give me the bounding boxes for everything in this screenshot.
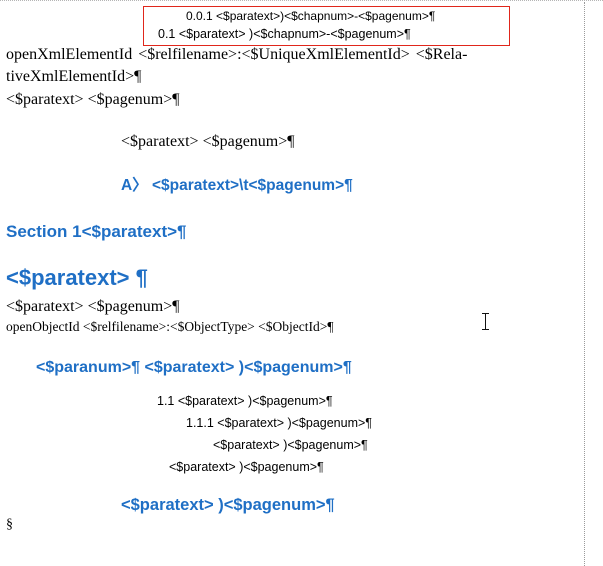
toc-entry-level-4[interactable]: <$paratext> )<$pagenum>¶ xyxy=(213,438,368,452)
paratext-pagenum-line-2[interactable]: <$paratext> <$pagenum>¶ xyxy=(6,298,180,316)
toc-entry-1-1-1[interactable]: 1.1.1 <$paratext> )<$pagenum>¶ xyxy=(186,416,372,430)
openxml-field-line-continued[interactable]: tiveXmlElementId>¶ xyxy=(6,68,141,86)
right-margin-boundary xyxy=(584,2,585,566)
section-heading[interactable]: Section 1<$paratext>¶ xyxy=(6,222,186,242)
i-beam-cursor-icon xyxy=(481,313,490,330)
paranum-heading-line[interactable]: <$paranum>¶ <$paratext> )<$pagenum>¶ xyxy=(36,359,352,377)
toc-entry-level-5[interactable]: <$paratext> )<$pagenum>¶ xyxy=(169,460,324,474)
indented-paratext-pagenum-line[interactable]: <$paratext> <$pagenum>¶ xyxy=(121,133,295,151)
section-break-mark: § xyxy=(6,517,13,532)
bottom-paratext-heading[interactable]: <$paratext> )<$pagenum>¶ xyxy=(121,496,335,515)
large-paratext-heading[interactable]: <$paratext> ¶ xyxy=(6,265,148,291)
heading-a-line[interactable]: A〉 <$paratext>\t<$pagenum>¶ xyxy=(121,173,353,195)
document-page[interactable]: 0.0.1 <$paratext>)<$chapnum>-<$pagenum>¶… xyxy=(0,0,603,566)
page-top-boundary xyxy=(0,0,603,1)
paratext-pagenum-line[interactable]: <$paratext> <$pagenum>¶ xyxy=(6,91,180,109)
toc-entry-0-1[interactable]: 0.1 <$paratext> )<$chapnum>-<$pagenum>¶ xyxy=(158,27,411,41)
toc-entry-1-1[interactable]: 1.1 <$paratext> )<$pagenum>¶ xyxy=(157,394,333,408)
toc-entry-0-0-1[interactable]: 0.0.1 <$paratext>)<$chapnum>-<$pagenum>¶ xyxy=(186,9,435,23)
openobject-field-line[interactable]: openObjectId <$relfilename>:<$ObjectType… xyxy=(6,319,334,335)
openxml-field-line[interactable]: openXmlElementId <$relfilename>:<$Unique… xyxy=(6,46,467,64)
